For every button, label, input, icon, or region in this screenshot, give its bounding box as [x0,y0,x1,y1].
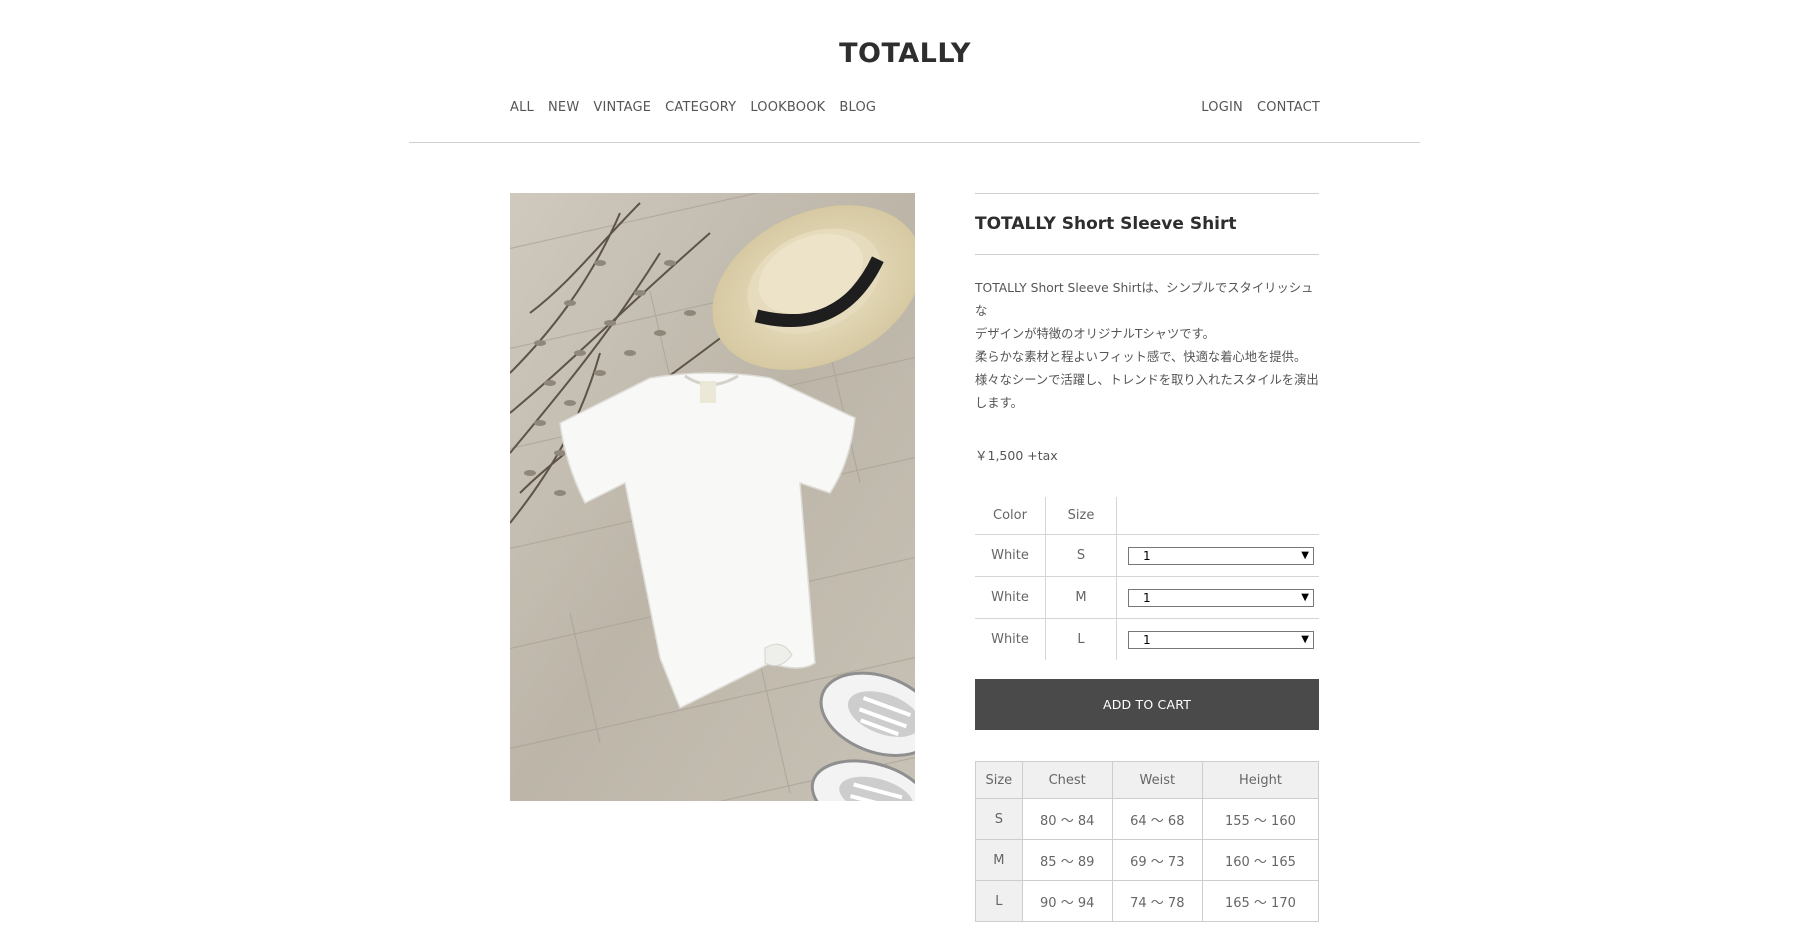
nav-blog[interactable]: BLOG [839,100,876,115]
qty-cell: 1 ▼ [1116,576,1319,619]
size-chart-cell: 74 〜 78 [1111,880,1203,922]
size-chart-cell: S [975,798,1023,840]
size-chart-row: M 85 〜 89 69 〜 73 160 〜 165 [975,839,1320,881]
size-chart-row: S 80 〜 84 64 〜 68 155 〜 160 [975,798,1320,840]
size-chart-cell: 155 〜 160 [1201,798,1320,840]
page: TOTALLY ALL NEW VINTAGE CATEGORY LOOKBOO… [0,0,1810,940]
variant-row: White L 1 ▼ [975,618,1320,661]
size-chart-cell: 64 〜 68 [1111,798,1203,840]
size-chart-table: Size Chest Weist Height S 80 〜 84 64 〜 6… [975,761,1320,922]
size-chart-row: L 90 〜 94 74 〜 78 165 〜 170 [975,880,1320,922]
description-line: TOTALLY Short Sleeve Shirtは、シンプルでスタイリッシュ… [975,281,1314,318]
size-chart-header: Weist [1111,761,1203,799]
variant-size: S [1045,534,1117,577]
size-chart-header: Chest [1021,761,1113,799]
product-price: ￥1,500 +tax [975,448,1058,463]
nav-all[interactable]: ALL [510,100,534,115]
quantity-select-m[interactable]: 1 ▼ [1128,588,1314,607]
product-image [510,193,915,801]
product-description: TOTALLY Short Sleeve Shirtは、シンプルでスタイリッシュ… [975,277,1319,415]
variant-color: White [975,618,1046,660]
product-info: TOTALLY Short Sleeve Shirt TOTALLY Short… [975,193,1320,922]
size-chart-header: Height [1201,761,1320,799]
variant-color: White [975,576,1046,619]
variant-table: Color Size White S 1 ▼ White M 1 ▼ White… [975,497,1319,660]
size-header: Size [1045,497,1117,535]
color-header: Color [975,497,1046,535]
quantity-value: 1 [1143,632,1151,647]
variant-header-row: Color Size [975,497,1319,535]
nav-lookbook[interactable]: LOOKBOOK [750,100,825,115]
chevron-down-icon: ▼ [1301,634,1309,645]
size-chart-cell: 90 〜 94 [1021,880,1113,922]
description-line: します。 [975,396,1023,410]
nav-category[interactable]: CATEGORY [665,100,736,115]
size-chart-cell: 69 〜 73 [1111,839,1203,881]
description-line: デザインが特徴のオリジナルTシャツです。 [975,327,1215,341]
variant-size: L [1045,618,1117,660]
nav-vintage[interactable]: VINTAGE [593,100,651,115]
size-chart-cell: 165 〜 170 [1201,880,1320,922]
quantity-value: 1 [1143,548,1151,563]
nav-login[interactable]: LOGIN [1201,100,1243,115]
title-rule-bottom [975,254,1319,255]
qty-header [1116,497,1319,535]
nav-contact[interactable]: CONTACT [1257,100,1320,115]
site-logo[interactable]: TOTALLY [0,38,1810,69]
main-nav: ALL NEW VINTAGE CATEGORY LOOKBOOK BLOG [510,100,876,115]
variant-row: White M 1 ▼ [975,576,1319,619]
quantity-select-s[interactable]: 1 ▼ [1128,546,1314,565]
variant-row: White S 1 ▼ [975,534,1319,577]
size-chart-cell: 160 〜 165 [1201,839,1320,881]
qty-cell: 1 ▼ [1117,619,1320,661]
quantity-value: 1 [1143,590,1151,605]
add-to-cart-button[interactable]: ADD TO CART [975,679,1319,730]
variant-size: M [1045,576,1117,619]
size-chart-header-row: Size Chest Weist Height [975,761,1320,799]
size-chart-cell: 80 〜 84 [1021,798,1113,840]
chevron-down-icon: ▼ [1301,592,1309,603]
size-chart-cell: L [975,880,1023,922]
qty-cell: 1 ▼ [1116,534,1319,577]
nav-new[interactable]: NEW [548,100,579,115]
description-line: 様々なシーンで活躍し、トレンドを取り入れたスタイルを演出 [975,373,1319,387]
variant-color: White [975,534,1046,577]
size-chart-cell: M [975,839,1023,881]
size-chart-cell: 85 〜 89 [1021,839,1113,881]
chevron-down-icon: ▼ [1301,550,1309,561]
header-divider [409,142,1420,143]
product-title: TOTALLY Short Sleeve Shirt [975,214,1237,234]
description-line: 柔らかな素材と程よいフィット感で、快適な着心地を提供。 [975,350,1307,364]
size-chart-header: Size [975,761,1023,799]
quantity-select-l[interactable]: 1 ▼ [1128,630,1314,649]
account-nav: LOGIN CONTACT [1201,100,1320,115]
